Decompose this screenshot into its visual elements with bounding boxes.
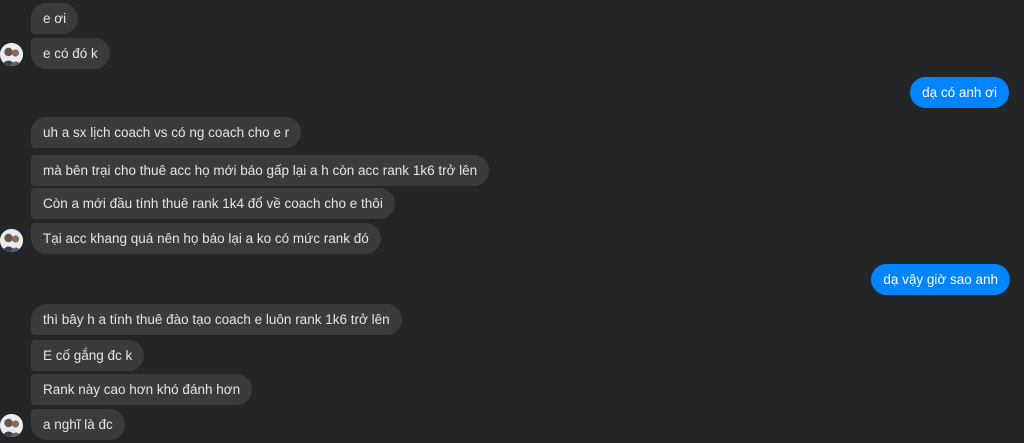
chat-thread: e ơi e có đó k dạ có anh ơi uh a sx lịch…: [0, 0, 1024, 443]
message-incoming[interactable]: thì bây h a tính thuê đào tạo coach e lu…: [31, 304, 402, 335]
message-incoming[interactable]: Còn a mới đầu tính thuê rank 1k4 đổ về c…: [31, 188, 395, 219]
message-incoming[interactable]: mà bên trại cho thuê acc họ mới báo gấp …: [31, 155, 490, 186]
message-incoming[interactable]: uh a sx lịch coach vs có ng coach cho e …: [31, 117, 302, 148]
avatar-photo-icon: [0, 414, 23, 437]
message-incoming[interactable]: Rank này cao hơn khó đánh hơn: [31, 374, 253, 405]
sender-avatar-icon[interactable]: [0, 414, 23, 437]
sender-avatar-icon[interactable]: [0, 43, 23, 66]
message-outgoing[interactable]: dạ vậy giờ sao anh: [871, 264, 1010, 295]
message-incoming[interactable]: e ơi: [31, 3, 79, 34]
sender-avatar-icon[interactable]: [0, 229, 23, 252]
avatar-photo-icon: [0, 43, 23, 66]
message-incoming[interactable]: e có đó k: [31, 38, 110, 69]
message-incoming[interactable]: Tại acc khang quá nên họ báo lại a ko có…: [31, 223, 381, 254]
message-incoming[interactable]: E cố gắng đc k: [31, 340, 145, 371]
avatar-photo-icon: [0, 229, 23, 252]
message-incoming[interactable]: a nghĩ là đc: [31, 409, 125, 440]
message-outgoing[interactable]: dạ có anh ơi: [910, 77, 1009, 108]
